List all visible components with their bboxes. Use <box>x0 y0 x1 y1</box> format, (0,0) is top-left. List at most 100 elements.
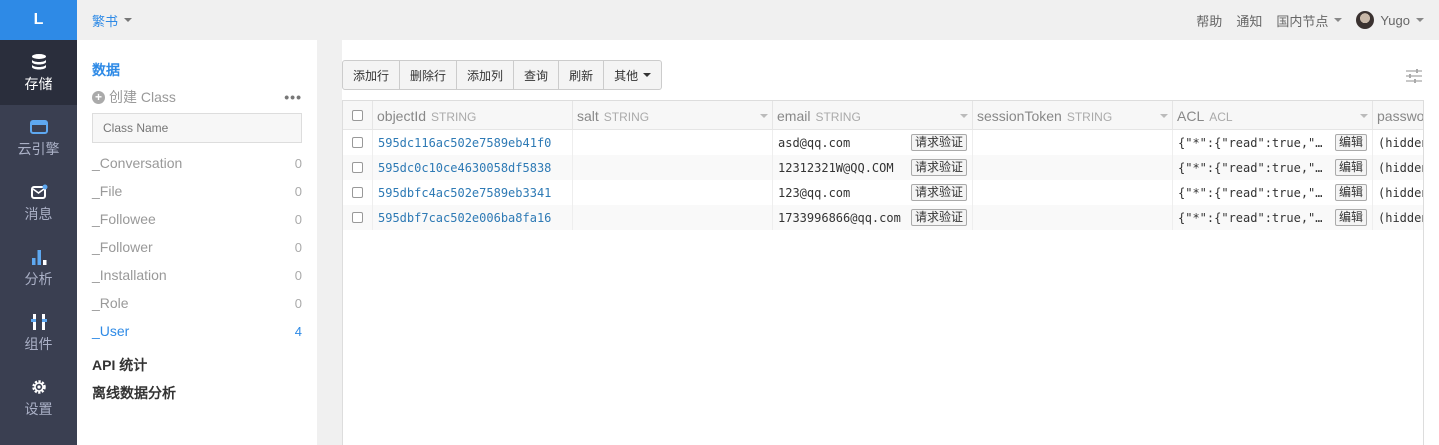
cell-password[interactable]: (hidden) <box>1373 205 1423 230</box>
class-item-conversation[interactable]: _Conversation 0 <box>92 149 302 177</box>
query-button[interactable]: 查询 <box>514 61 560 89</box>
class-name-input[interactable] <box>92 113 302 143</box>
class-item-file[interactable]: _File 0 <box>92 177 302 205</box>
cell-email[interactable]: asd@qq.com 请求验证 <box>773 130 973 155</box>
column-type: STRING <box>431 109 477 124</box>
nav-item-messages[interactable]: 消息 <box>0 170 77 235</box>
cell-email[interactable]: 12312321W@QQ.COM 请求验证 <box>773 155 973 180</box>
acl-value: {"*":{"read":true,"w… <box>1178 185 1328 200</box>
user-menu[interactable]: Yugo <box>1356 11 1424 29</box>
region-label: 国内节点 <box>1276 13 1329 29</box>
add-row-button[interactable]: 添加行 <box>343 61 401 89</box>
verify-button[interactable]: 请求验证 <box>910 159 967 176</box>
class-item-role[interactable]: _Role 0 <box>92 289 302 317</box>
column-name: sessionToken <box>977 107 1062 124</box>
cell-salt[interactable] <box>573 180 773 205</box>
class-count: 4 <box>294 323 302 339</box>
table-header: objectId STRING salt STRING email STRING se… <box>343 101 1423 130</box>
cell-sessiontoken[interactable] <box>973 205 1173 230</box>
verify-button[interactable]: 请求验证 <box>910 184 967 201</box>
create-class-button[interactable]: + 创建 Class <box>92 87 176 107</box>
cell-email[interactable]: 123@qq.com 请求验证 <box>773 180 973 205</box>
api-stats-link[interactable]: API 统计 <box>92 355 302 373</box>
column-name: email <box>777 107 811 124</box>
column-type: ACL <box>1209 109 1233 124</box>
cell-objectid[interactable]: 595dc0c10ce4630058df5838 <box>373 155 573 180</box>
table-body: 595dc116ac502e7589eb41f0 asd@qq.com 请求验证… <box>343 130 1423 230</box>
cell-acl[interactable]: {"*":{"read":true,"w… 编辑 <box>1173 205 1373 230</box>
help-link[interactable]: 帮助 <box>1196 11 1222 30</box>
column-type: STRING <box>815 109 861 124</box>
nav-item-analytics[interactable]: 分析 <box>0 235 77 300</box>
chevron-down-icon <box>1334 18 1343 22</box>
edit-acl-button[interactable]: 编辑 <box>1334 134 1367 151</box>
more-dropdown-button[interactable]: 其他 <box>604 61 661 89</box>
row-checkbox[interactable] <box>352 162 363 173</box>
cell-objectid[interactable]: 595dc116ac502e7589eb41f0 <box>373 130 573 155</box>
column-dropdown-icon[interactable] <box>960 113 968 118</box>
sidebar-divider <box>317 40 342 445</box>
more-options-icon[interactable]: ••• <box>284 89 302 105</box>
class-item-installation[interactable]: _Installation 0 <box>92 261 302 289</box>
cell-objectid[interactable]: 595dbfc4ac502e7589eb3341 <box>373 180 573 205</box>
email-value: 12312321W@QQ.COM <box>778 160 894 175</box>
delete-row-button[interactable]: 删除行 <box>400 61 458 89</box>
add-column-button[interactable]: 添加列 <box>457 61 515 89</box>
edit-acl-button[interactable]: 编辑 <box>1334 159 1367 176</box>
row-checkbox[interactable] <box>352 187 363 198</box>
column-header-objectid[interactable]: objectId STRING <box>373 101 573 130</box>
column-dropdown-icon[interactable] <box>1360 113 1368 118</box>
cell-sessiontoken[interactable] <box>973 130 1173 155</box>
table-row: 595dc0c10ce4630058df5838 12312321W@QQ.CO… <box>343 155 1423 180</box>
cell-password[interactable]: (hidden) <box>1373 155 1423 180</box>
select-all-checkbox[interactable] <box>352 110 363 121</box>
cell-acl[interactable]: {"*":{"read":true,"w… 编辑 <box>1173 130 1373 155</box>
cell-salt[interactable] <box>573 205 773 230</box>
nav-item-storage[interactable]: 存储 <box>0 40 77 105</box>
class-item-follower[interactable]: _Follower 0 <box>92 233 302 261</box>
sliders-icon[interactable] <box>1405 67 1423 85</box>
cell-sessiontoken[interactable] <box>973 155 1173 180</box>
data-browser: 添加行 删除行 添加列 查询 刷新 其他 objectId STRING salt… <box>342 40 1439 445</box>
cell-salt[interactable] <box>573 155 773 180</box>
class-item-followee[interactable]: _Followee 0 <box>92 205 302 233</box>
cell-acl[interactable]: {"*":{"read":true,"w… 编辑 <box>1173 180 1373 205</box>
cell-password[interactable]: (hidden) <box>1373 130 1423 155</box>
email-value: asd@qq.com <box>778 135 851 150</box>
cell-password[interactable]: (hidden) <box>1373 180 1423 205</box>
nav-item-settings[interactable]: 设置 <box>0 365 77 430</box>
cell-email[interactable]: 1733996866@qq.com 请求验证 <box>773 205 973 230</box>
column-header-sessiontoken[interactable]: sessionToken STRING <box>973 101 1173 130</box>
edit-acl-button[interactable]: 编辑 <box>1334 209 1367 226</box>
column-header-email[interactable]: email STRING <box>773 101 973 130</box>
section-title-data[interactable]: 数据 <box>92 60 302 78</box>
column-header-password[interactable]: passwo <box>1373 101 1423 130</box>
bar-chart-icon <box>31 250 46 265</box>
cell-salt[interactable] <box>573 130 773 155</box>
class-count: 0 <box>294 295 302 311</box>
nav-item-cloud-engine[interactable]: 云引擎 <box>0 105 77 170</box>
verify-button[interactable]: 请求验证 <box>910 134 967 151</box>
refresh-button[interactable]: 刷新 <box>559 61 605 89</box>
edit-acl-button[interactable]: 编辑 <box>1334 184 1367 201</box>
cell-acl[interactable]: {"*":{"read":true,"w… 编辑 <box>1173 155 1373 180</box>
column-header-salt[interactable]: salt STRING <box>573 101 773 130</box>
row-checkbox[interactable] <box>352 137 363 148</box>
nav-item-components[interactable]: 组件 <box>0 300 77 365</box>
column-header-acl[interactable]: ACL ACL <box>1173 101 1373 130</box>
offline-analysis-link[interactable]: 离线数据分析 <box>92 383 302 401</box>
verify-button[interactable]: 请求验证 <box>910 209 967 226</box>
notify-link[interactable]: 通知 <box>1236 11 1262 30</box>
cell-objectid[interactable]: 595dbf7cac502e006ba8fa16 <box>373 205 573 230</box>
region-selector[interactable]: 国内节点 <box>1276 11 1343 30</box>
column-dropdown-icon[interactable] <box>760 113 768 118</box>
row-checkbox[interactable] <box>352 212 363 223</box>
cell-sessiontoken[interactable] <box>973 180 1173 205</box>
app-logo[interactable]: L <box>0 0 77 40</box>
class-item-user[interactable]: _User 4 <box>92 317 302 345</box>
app-selector[interactable]: 繁书 <box>92 11 133 30</box>
nav-label: 云引擎 <box>17 141 60 157</box>
column-dropdown-icon[interactable] <box>1160 113 1168 118</box>
class-count: 0 <box>294 155 302 171</box>
plus-icon: + <box>92 90 105 104</box>
